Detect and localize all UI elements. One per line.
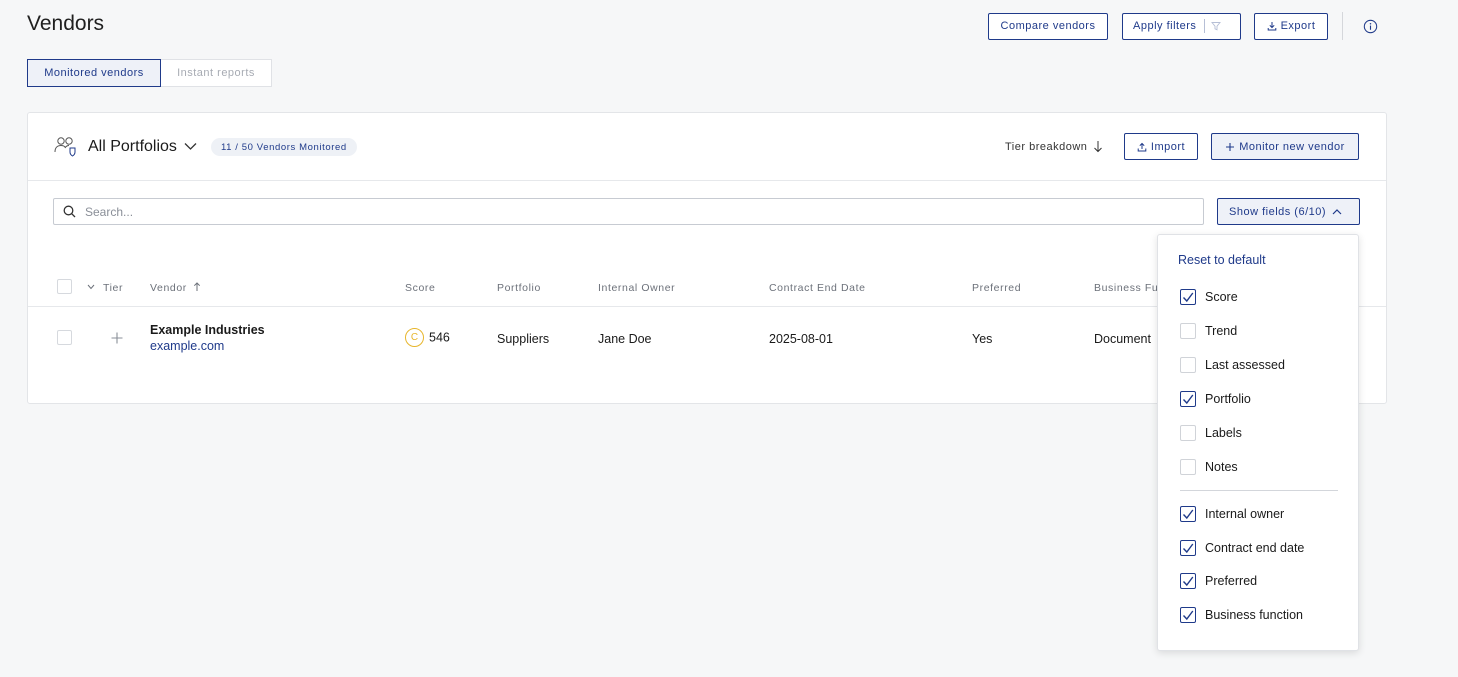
field-option-label: Preferred: [1205, 574, 1258, 588]
upload-icon: [1137, 142, 1147, 151]
import-button[interactable]: Import: [1124, 133, 1198, 160]
apply-filters-label: Apply filters: [1133, 20, 1197, 32]
monitor-new-vendor-label: Monitor new vendor: [1239, 140, 1345, 153]
tab-monitored-vendors[interactable]: Monitored vendors: [27, 59, 161, 87]
checkmark-icon: [1182, 543, 1194, 553]
field-option-contract-end-date[interactable]: Contract end date: [1180, 540, 1304, 556]
field-option-internal-owner[interactable]: Internal owner: [1180, 506, 1284, 522]
field-option-label: Internal owner: [1205, 507, 1285, 521]
show-fields-label: Show fields (6/10): [1229, 205, 1327, 218]
field-checkbox[interactable]: [1180, 391, 1196, 407]
field-checkbox[interactable]: [1180, 506, 1196, 522]
field-checkbox[interactable]: [1180, 607, 1196, 623]
field-option-label: Score: [1205, 290, 1238, 304]
arrow-down-icon: [1094, 141, 1103, 153]
vendors-monitored-badge: 11 / 50 Vendors Monitored: [211, 138, 357, 156]
vendor-domain-link[interactable]: example.com: [150, 339, 265, 353]
internal-owner-cell: Jane Doe: [598, 332, 652, 346]
plus-icon: [1226, 142, 1235, 151]
import-label: Import: [1150, 140, 1186, 153]
field-option-labels[interactable]: Labels: [1180, 425, 1242, 441]
field-checkbox[interactable]: [1180, 573, 1196, 589]
menu-divider: [1180, 490, 1338, 491]
field-option-label: Notes: [1205, 460, 1238, 474]
show-fields-menu: Reset to default Score Trend Last assessed…: [1157, 234, 1359, 651]
vendor-cell: Example Industries example.com: [150, 323, 265, 353]
checkmark-icon: [1182, 610, 1194, 620]
field-option-label: Last assessed: [1205, 358, 1285, 372]
column-header-contract-end-date[interactable]: Contract End Date: [769, 282, 866, 294]
view-tabs: Monitored vendors Instant reports: [27, 59, 272, 87]
export-label: Export: [1280, 20, 1316, 32]
score-grade-badge: C: [405, 328, 424, 347]
field-option-trend[interactable]: Trend: [1180, 323, 1237, 339]
expand-plus-icon[interactable]: [111, 332, 123, 344]
sort-up-icon: [194, 282, 201, 291]
preferred-cell: Yes: [972, 332, 993, 346]
reset-to-default-link[interactable]: Reset to default: [1178, 253, 1266, 267]
checkmark-icon: [1182, 576, 1194, 586]
field-option-last-assessed[interactable]: Last assessed: [1180, 357, 1285, 373]
tier-breakdown-toggle[interactable]: Tier breakdown: [1005, 140, 1103, 153]
column-header-business-function[interactable]: Business Fu: [1094, 282, 1158, 294]
vendor-name[interactable]: Example Industries: [150, 323, 265, 337]
contract-end-date-cell: 2025-08-01: [769, 332, 833, 346]
field-checkbox[interactable]: [1180, 289, 1196, 305]
field-option-label: Portfolio: [1205, 392, 1251, 406]
field-checkbox[interactable]: [1180, 540, 1196, 556]
column-header-score[interactable]: Score: [405, 282, 435, 294]
export-icon: [1267, 22, 1276, 31]
chevron-down-icon[interactable]: [87, 284, 95, 290]
field-option-preferred[interactable]: Preferred: [1180, 573, 1257, 589]
column-header-tier[interactable]: Tier: [103, 282, 123, 294]
chevron-up-icon: [1332, 209, 1342, 215]
top-actions: Compare vendors Apply filters Export: [988, 12, 1378, 40]
score-cell: C 546: [405, 328, 450, 347]
tier-breakdown-label: Tier breakdown: [1005, 140, 1088, 153]
search-input[interactable]: [85, 204, 1085, 219]
portfolio-cell: Suppliers: [497, 332, 550, 346]
chevron-down-icon[interactable]: [184, 142, 197, 151]
toolbar-divider: [1342, 12, 1343, 40]
score-value: 546: [429, 330, 450, 345]
checkmark-icon: [1182, 292, 1194, 302]
field-option-portfolio[interactable]: Portfolio: [1180, 391, 1251, 407]
portfolio-title[interactable]: All Portfolios: [88, 138, 177, 156]
field-option-notes[interactable]: Notes: [1180, 459, 1238, 475]
portfolio-users-icon: [54, 137, 76, 157]
field-option-label: Labels: [1205, 426, 1242, 440]
field-checkbox[interactable]: [1180, 323, 1196, 339]
filter-icon: [1211, 22, 1222, 31]
field-checkbox[interactable]: [1180, 425, 1196, 441]
field-checkbox[interactable]: [1180, 357, 1196, 373]
page-title: Vendors: [27, 12, 105, 35]
checkmark-icon: [1182, 394, 1194, 404]
search-box: [53, 198, 1204, 225]
column-header-portfolio[interactable]: Portfolio: [497, 282, 541, 294]
select-all-checkbox[interactable]: [57, 279, 72, 294]
column-header-internal-owner[interactable]: Internal Owner: [598, 282, 675, 294]
tab-instant-reports[interactable]: Instant reports: [161, 59, 272, 87]
column-header-vendor-label: Vendor: [150, 282, 187, 294]
field-option-label: Contract end date: [1205, 541, 1305, 555]
search-icon: [63, 205, 76, 218]
button-separator: [1204, 19, 1206, 33]
field-option-business-function[interactable]: Business function: [1180, 607, 1303, 623]
show-fields-button[interactable]: Show fields (6/10): [1217, 198, 1360, 225]
row-checkbox[interactable]: [57, 330, 72, 345]
field-checkbox[interactable]: [1180, 459, 1196, 475]
field-option-score[interactable]: Score: [1180, 289, 1238, 305]
export-button[interactable]: Export: [1254, 12, 1328, 40]
field-option-label: Trend: [1205, 324, 1238, 338]
card-header: All Portfolios 11 / 50 Vendors Monitored…: [28, 113, 1386, 181]
business-function-cell: Document: [1094, 332, 1151, 346]
column-header-vendor[interactable]: Vendor: [150, 282, 201, 294]
compare-vendors-button[interactable]: Compare vendors: [988, 12, 1108, 40]
apply-filters-button[interactable]: Apply filters: [1122, 12, 1241, 40]
monitor-new-vendor-button[interactable]: Monitor new vendor: [1211, 133, 1359, 160]
column-header-preferred[interactable]: Preferred: [972, 282, 1021, 294]
info-icon[interactable]: [1363, 19, 1378, 34]
checkmark-icon: [1182, 509, 1194, 519]
field-option-label: Business function: [1205, 608, 1303, 622]
